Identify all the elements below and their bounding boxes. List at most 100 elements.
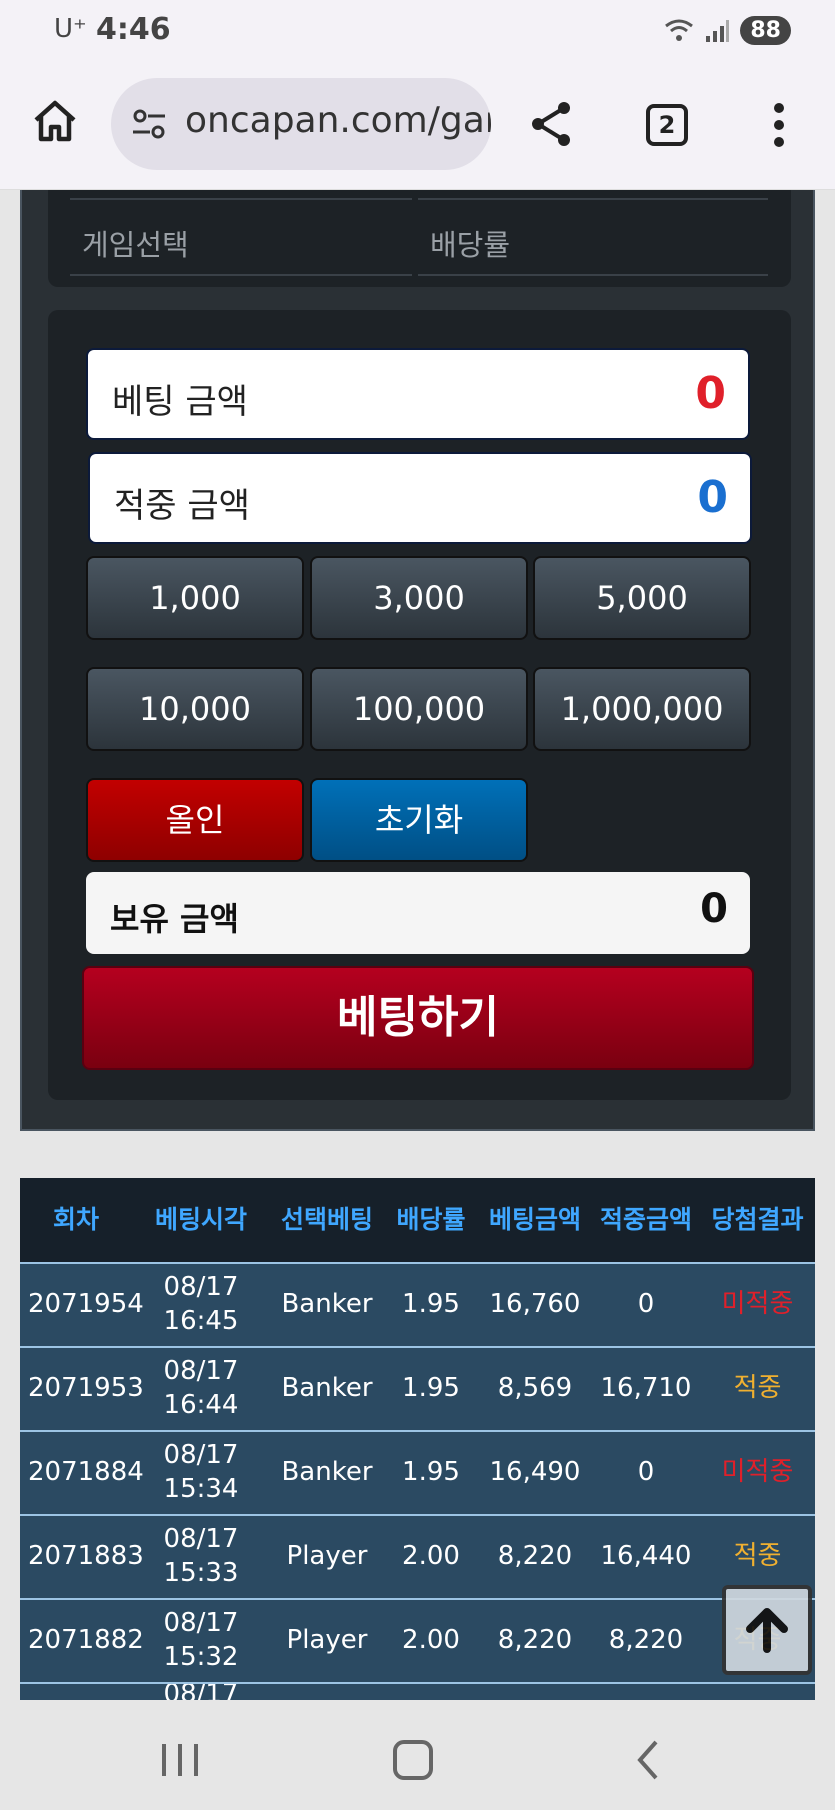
balance-value: 0	[700, 886, 728, 932]
cell-odds: 2.00	[402, 1625, 460, 1656]
cell-bet-time: 08/17 15:32	[132, 1600, 270, 1682]
cell-round: 2071883	[28, 1541, 144, 1572]
bet-amount-label: 베팅 금액	[112, 382, 248, 422]
header-result: 당첨결과	[711, 1204, 804, 1234]
status-bar: U⁺ 4:46 88	[0, 0, 835, 66]
share-icon[interactable]	[528, 100, 576, 148]
cell-bet-time: 08/17 16:44	[132, 1348, 270, 1430]
cell-bet-amount: 8,569	[497, 1373, 573, 1404]
cell-pick: Banker	[281, 1289, 373, 1320]
cell-time: 15:33	[163, 1558, 239, 1588]
reset-button[interactable]: 초기화	[310, 778, 528, 862]
cell-bet-time: 08/17 15:34	[132, 1432, 270, 1514]
bet-amount-box: 베팅 금액 0	[86, 348, 750, 440]
more-menu-icon[interactable]	[764, 100, 794, 150]
bet-panel: 베팅 금액 0 적중 금액 0 1,000 3,000 5,000 10,000…	[48, 310, 791, 1100]
cell-bet-amount: 16,490	[489, 1457, 581, 1488]
cell-round: 2071954	[28, 1289, 144, 1320]
cell-pick: Player	[286, 1625, 368, 1656]
cell-odds: 1.95	[402, 1457, 460, 1488]
cell-result: 적중	[733, 1373, 782, 1404]
balance-label: 보유 금액	[110, 900, 239, 938]
cell-pick: Banker	[281, 1373, 373, 1404]
system-icons: 88	[664, 16, 791, 45]
bet-history-table: 회차 베팅시각 선택베팅 배당률 베팅금액 적중금액 당첨결과 2071954 …	[20, 1178, 815, 1700]
header-odds: 배당률	[396, 1204, 466, 1234]
recent-apps-icon[interactable]	[150, 1736, 210, 1784]
cell-win-amount: 8,220	[608, 1625, 684, 1656]
cell-bet-amount: 16,760	[489, 1289, 581, 1320]
cell-win-amount: 0	[637, 1289, 655, 1320]
cell-bet-amount: 8,220	[497, 1541, 573, 1572]
home-icon[interactable]	[30, 96, 80, 146]
cell-date: 08/17	[163, 1356, 239, 1387]
header-bet-time: 베팅시각	[154, 1204, 247, 1234]
cell-win-amount: 16,440	[600, 1541, 692, 1572]
place-bet-button[interactable]: 베팅하기	[82, 966, 754, 1070]
cell-win-amount: 16,710	[600, 1373, 692, 1404]
cell-round: 2071882	[28, 1625, 144, 1656]
tab-switcher-button[interactable]: 2	[646, 104, 688, 146]
all-in-button[interactable]: 올인	[86, 778, 304, 862]
site-settings-icon[interactable]	[131, 106, 167, 142]
odds-field: 배당률	[418, 198, 768, 276]
header-pick: 선택베팅	[280, 1204, 373, 1234]
win-amount-label: 적중 금액	[114, 486, 250, 526]
cell-odds: 1.95	[402, 1373, 460, 1404]
selection-panel: 게임선택 배당률	[48, 190, 791, 287]
win-amount-box: 적중 금액 0	[88, 452, 752, 544]
table-row-partial: 08/17	[20, 1684, 815, 1700]
cell-pick: Banker	[281, 1457, 373, 1488]
cell-result: 미적중	[721, 1289, 794, 1320]
table-row: 2071884 08/17 15:34 Banker 1.95 16,490 0 …	[20, 1432, 815, 1516]
cell-time: 16:45	[163, 1306, 239, 1336]
cell-pick: Player	[286, 1541, 368, 1572]
chip-1000000-button[interactable]: 1,000,000	[533, 667, 751, 751]
bet-amount-value: 0	[695, 368, 726, 419]
url-text: oncapan.com/gar	[185, 100, 491, 141]
table-header-row: 회차 베팅시각 선택베팅 배당률 베팅금액 적중금액 당첨결과	[20, 1178, 815, 1262]
chip-5000-button[interactable]: 5,000	[533, 556, 751, 640]
browser-toolbar: oncapan.com/gar 2	[0, 66, 835, 190]
table-row: 2071954 08/17 16:45 Banker 1.95 16,760 0 …	[20, 1264, 815, 1348]
chip-10000-button[interactable]: 10,000	[86, 667, 304, 751]
cell-date: 08/17	[163, 1440, 239, 1471]
table-row: 2071883 08/17 15:33 Player 2.00 8,220 16,…	[20, 1516, 815, 1600]
header-win-amount: 적중금액	[599, 1204, 692, 1234]
cell-date: 08/17	[163, 1272, 239, 1303]
balance-box: 보유 금액 0	[86, 872, 750, 954]
system-nav-bar	[0, 1700, 835, 1810]
cell-bet-time: 08/17 16:45	[132, 1264, 270, 1346]
battery-indicator: 88	[740, 16, 791, 45]
cell-time: 15:32	[163, 1642, 239, 1672]
table-row: 2071882 08/17 15:32 Player 2.00 8,220 8,2…	[20, 1600, 815, 1684]
cell-time: 15:34	[163, 1474, 239, 1504]
carrier-label: U⁺	[54, 14, 87, 44]
cell-round: 2071884	[28, 1457, 144, 1488]
clock: 4:46	[96, 12, 171, 47]
page-content: 게임선택 배당률 베팅 금액 0 적중 금액 0 1,000 3,000 5,0…	[0, 190, 835, 1700]
chip-1000-button[interactable]: 1,000	[86, 556, 304, 640]
scroll-to-top-button[interactable]	[722, 1585, 812, 1675]
table-row: 2071953 08/17 16:44 Banker 1.95 8,569 16,…	[20, 1348, 815, 1432]
cell-bet-amount: 8,220	[497, 1625, 573, 1656]
cell-time: 16:44	[163, 1390, 239, 1420]
win-amount-value: 0	[697, 472, 728, 523]
cell-date: 08/17	[163, 1608, 239, 1639]
home-nav-icon[interactable]	[383, 1736, 443, 1784]
cell-date: 08/17	[163, 1524, 239, 1555]
cell-bet-time: 08/17 15:33	[132, 1516, 270, 1598]
chip-3000-button[interactable]: 3,000	[310, 556, 528, 640]
signal-icon	[706, 19, 730, 42]
cell-odds: 1.95	[402, 1289, 460, 1320]
game-container: 게임선택 배당률 베팅 금액 0 적중 금액 0 1,000 3,000 5,0…	[20, 190, 815, 1131]
address-bar[interactable]: oncapan.com/gar	[111, 78, 491, 170]
cell-win-amount: 0	[637, 1457, 655, 1488]
game-select-field[interactable]: 게임선택	[70, 198, 412, 276]
cell-round: 2071953	[28, 1373, 144, 1404]
cell-date: 08/17	[163, 1684, 239, 1700]
cell-odds: 2.00	[402, 1541, 460, 1572]
chip-100000-button[interactable]: 100,000	[310, 667, 528, 751]
arrow-up-icon	[746, 1608, 788, 1653]
back-nav-icon[interactable]	[618, 1736, 678, 1784]
